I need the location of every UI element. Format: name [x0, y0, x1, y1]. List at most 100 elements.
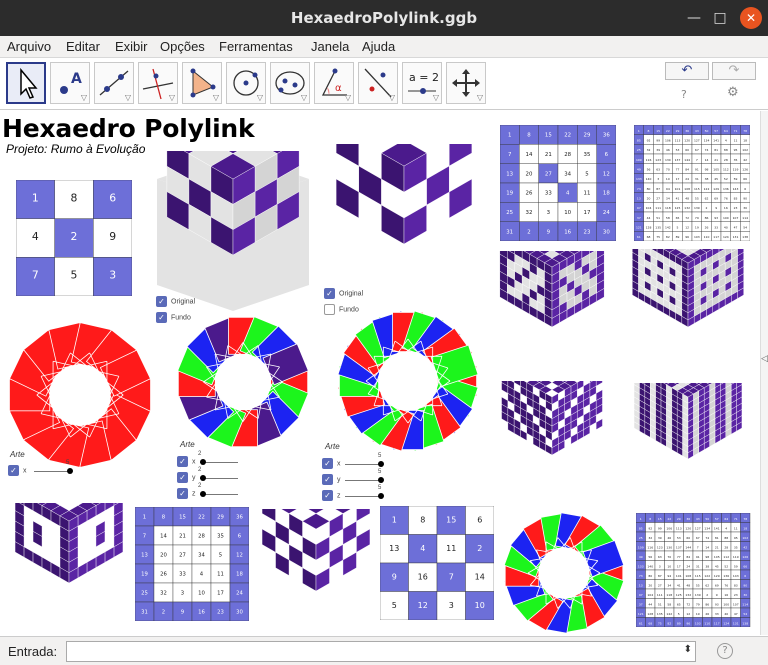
maze-cube-3 — [501, 381, 603, 456]
svg-text:65: 65 — [676, 216, 680, 220]
slider-y-2[interactable] — [200, 475, 238, 481]
checkbox-x-2[interactable]: ✓ x — [177, 456, 196, 467]
angle-tool-button[interactable]: α ▽ — [314, 62, 354, 104]
svg-text:47: 47 — [734, 226, 738, 230]
svg-text:99: 99 — [658, 526, 662, 530]
svg-text:1: 1 — [638, 129, 640, 133]
input-help-icon[interactable]: ? — [717, 643, 733, 659]
input-field[interactable]: ⬍ — [66, 641, 696, 662]
close-button[interactable]: ✕ — [740, 7, 762, 29]
help-icon[interactable]: ? — [681, 88, 687, 101]
svg-text:30: 30 — [603, 229, 610, 235]
svg-text:68: 68 — [647, 235, 651, 239]
svg-text:19: 19 — [141, 572, 148, 578]
svg-text:12: 12 — [603, 171, 610, 177]
svg-text:62: 62 — [705, 583, 709, 587]
svg-text:9: 9 — [547, 229, 551, 235]
checkbox-z-2[interactable]: ✓ z — [177, 488, 196, 499]
menu-editar[interactable]: Editar — [66, 39, 100, 54]
polygon-tool-button[interactable]: ▽ — [182, 62, 222, 104]
undo-button[interactable]: ↶ — [665, 62, 709, 80]
slider-y-3[interactable] — [345, 477, 384, 483]
svg-text:84: 84 — [685, 168, 689, 172]
perpendicular-line-tool-button[interactable]: ▽ — [138, 62, 178, 104]
checkbox-z-3[interactable]: ✓ z — [322, 490, 341, 501]
checkbox-x-3[interactable]: ✓ x — [322, 458, 341, 469]
svg-text:106: 106 — [665, 139, 671, 143]
svg-text:3: 3 — [657, 177, 659, 181]
svg-text:82: 82 — [667, 621, 671, 625]
svg-text:34: 34 — [564, 171, 571, 177]
svg-text:70: 70 — [667, 555, 671, 559]
svg-text:39: 39 — [656, 148, 660, 152]
checker-cube-3 — [261, 509, 371, 592]
gear-icon[interactable]: ⚙ — [727, 85, 739, 100]
svg-text:8: 8 — [527, 133, 531, 139]
svg-text:48: 48 — [686, 583, 690, 587]
graphics-view[interactable]: Hexaedro Polylink Projeto: Rumo à Evoluç… — [0, 111, 760, 635]
maximize-button[interactable]: □ — [709, 7, 731, 29]
svg-text:125: 125 — [676, 593, 682, 597]
svg-text:9: 9 — [716, 593, 718, 597]
minimize-button[interactable]: — — [683, 7, 705, 29]
slider-z-3[interactable] — [345, 493, 384, 499]
svg-text:41: 41 — [677, 583, 681, 587]
grid-3x3-pattern: 1 8 6 4 2 9 7 5 3 — [16, 180, 132, 296]
conic-tool-button[interactable]: ▽ — [270, 62, 310, 104]
line-tool-button[interactable]: ▽ — [94, 62, 134, 104]
move-view-tool-button[interactable]: ▽ — [446, 62, 486, 104]
svg-text:16: 16 — [564, 229, 571, 235]
slider-z-2[interactable] — [200, 491, 238, 497]
svg-text:82: 82 — [666, 235, 670, 239]
svg-text:77: 77 — [676, 168, 680, 172]
move-tool-button[interactable] — [6, 62, 46, 104]
svg-text:23: 23 — [217, 610, 224, 616]
svg-text:22: 22 — [666, 129, 670, 133]
menu-opcoes[interactable]: Opções — [160, 39, 205, 54]
svg-text:126: 126 — [742, 555, 748, 559]
menu-ajuda[interactable]: Ajuda — [362, 39, 395, 54]
svg-text:69: 69 — [715, 583, 719, 587]
sidebar-toggle[interactable]: ◁ — [760, 111, 768, 635]
svg-text:8: 8 — [420, 515, 425, 524]
svg-text:72: 72 — [686, 602, 690, 606]
svg-text:8: 8 — [71, 191, 78, 204]
menu-janela[interactable]: Janela — [311, 39, 349, 54]
checkbox-original[interactable]: ✓ Original — [156, 296, 195, 307]
checker-cube-original — [157, 151, 309, 311]
arte-label-3: Arte — [325, 442, 340, 451]
svg-text:142: 142 — [665, 226, 671, 230]
svg-text:18: 18 — [236, 572, 243, 578]
svg-text:110: 110 — [704, 621, 710, 625]
dropdown-icon[interactable]: ⬍ — [684, 644, 692, 655]
slider-tool-button[interactable]: a = 2 ▽ — [402, 62, 442, 104]
svg-text:114: 114 — [742, 602, 748, 606]
checker-cube-no-background — [335, 144, 473, 245]
grid-4x4-pattern: 1 8 15 6 13 4 11 2 9 16 7 14 5 12 3 10 — [380, 506, 494, 620]
checkbox-y-3[interactable]: ✓ y — [322, 474, 341, 485]
svg-text:3: 3 — [449, 601, 454, 610]
menu-ferramentas[interactable]: Ferramentas — [219, 39, 293, 54]
redo-button[interactable]: ↷ — [712, 62, 756, 80]
point-tool-button[interactable]: A ▽ — [50, 62, 90, 104]
checkbox-y-2[interactable]: ✓ y — [177, 472, 196, 483]
reflect-tool-button[interactable]: ▽ — [358, 62, 398, 104]
menu-arquivo[interactable]: Arquivo — [7, 39, 51, 54]
svg-text:136: 136 — [723, 187, 729, 191]
slider-x-3[interactable] — [345, 461, 384, 467]
circle-tool-button[interactable]: ▽ — [226, 62, 266, 104]
svg-text:140: 140 — [646, 177, 652, 181]
checkbox-x-1[interactable]: ✓ x — [8, 465, 27, 476]
slider-x-2[interactable] — [200, 459, 238, 465]
svg-text:141: 141 — [713, 139, 719, 143]
svg-text:2: 2 — [527, 229, 530, 235]
svg-text:20: 20 — [526, 171, 533, 177]
checkbox-original-2[interactable]: ✓ Original — [324, 288, 363, 299]
svg-text:75: 75 — [658, 621, 662, 625]
chevron-left-icon[interactable]: ◁ — [761, 354, 768, 364]
svg-text:101: 101 — [676, 574, 682, 578]
menu-exibir[interactable]: Exibir — [115, 39, 148, 54]
slider-x-1[interactable] — [34, 468, 73, 474]
svg-text:137: 137 — [675, 158, 681, 162]
svg-text:α: α — [335, 83, 342, 94]
